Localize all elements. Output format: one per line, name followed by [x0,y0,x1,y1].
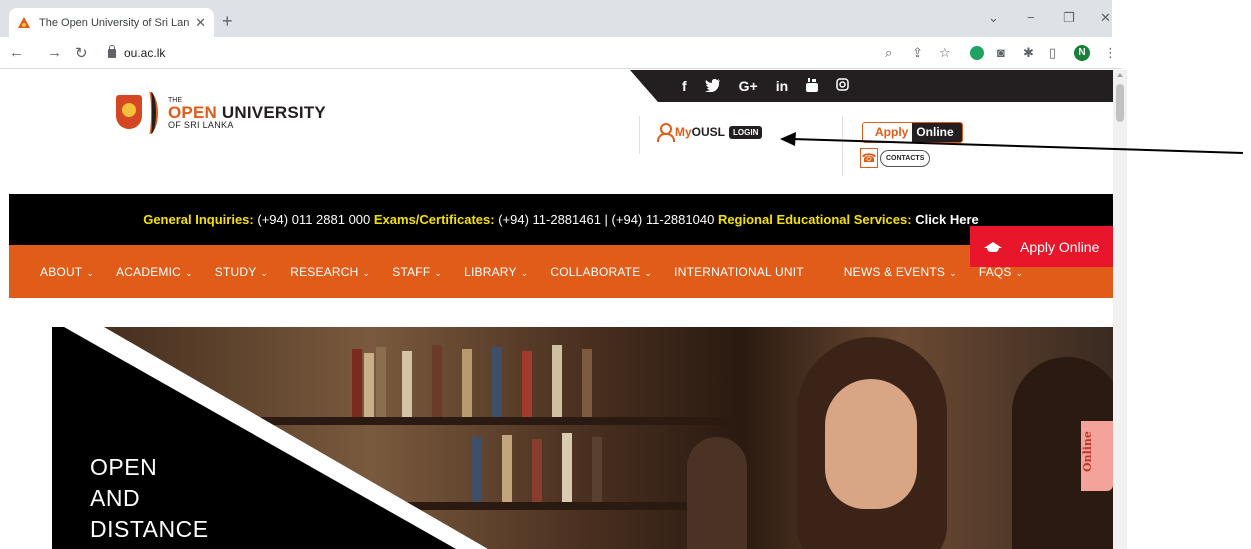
general-inquiries-value: (+94) 011 2881 000 [257,212,371,227]
nav-item-academic[interactable]: ACADEMIC ⌄ [116,265,193,279]
tab-search-icon[interactable]: ⌄ [988,10,999,26]
inquiries-bar: General Inquiries: (+94) 011 2881 000 Ex… [9,194,1113,245]
general-inquiries-label: General Inquiries: [143,212,254,227]
myousl-ousl: OUSL [691,125,726,139]
floating-apply-online-button[interactable]: Apply Online [970,226,1113,267]
chevron-down-icon: ⌄ [434,267,443,278]
facebook-icon[interactable]: f [682,78,687,94]
nav-item-staff[interactable]: STAFF ⌄ [392,265,442,279]
chevron-down-icon: ⌄ [86,267,95,278]
student-photo [797,337,947,549]
side-panel-icon[interactable]: ▯ [1049,45,1056,61]
chevron-down-icon: ⌄ [949,267,957,278]
instagram-icon[interactable] [836,78,849,94]
divider [842,116,843,176]
logo-sub: OF SRI LANKA [168,119,234,130]
nav-item-news-events[interactable]: NEWS & EVENTS ⌄ [844,265,957,279]
apply-online-button[interactable]: Apply Online [862,122,963,143]
tab-close-icon[interactable]: ✕ [195,15,206,31]
zoom-icon[interactable]: ⌕ [885,45,892,61]
page-scrollbar[interactable] [1113,70,1127,549]
tab-title: The Open University of Sri Lanka [39,16,190,29]
hero-headline: OPEN AND DISTANCE [90,454,209,542]
exams-label: Exams/Certificates: [373,212,495,227]
grammarly-extension-icon[interactable] [970,46,984,60]
floating-apply-label: Apply Online [1020,238,1100,255]
profile-avatar[interactable]: N [1074,45,1090,61]
logo-university: UNIVERSITY [221,102,326,122]
graduation-cap-icon [984,241,1002,252]
chevron-down-icon: ⌄ [520,267,529,278]
twitter-icon[interactable] [704,78,721,95]
phone-book-icon: ☎ [860,148,878,168]
student-background [687,437,747,549]
browser-address-bar: ← → ↻ ou.ac.lk ⌕ ⇪ ☆ ◙ ✱ ▯ N ⋮ [0,37,1122,69]
window-close-icon[interactable]: ✕ [1100,10,1111,26]
chevron-down-icon: ⌄ [362,267,371,278]
reload-icon[interactable]: ↻ [75,44,88,62]
browser-menu-icon[interactable]: ⋮ [1104,45,1117,61]
user-icon [657,123,675,142]
google-plus-icon[interactable]: G+ [739,78,758,94]
url-field[interactable]: ou.ac.lk [108,44,166,60]
social-bar: f G+ in [630,70,1113,102]
ousl-favicon-icon [17,16,31,30]
chevron-down-icon: ⌄ [644,267,653,278]
forward-arrow-icon[interactable]: → [47,44,62,61]
linkedin-icon[interactable]: in [776,78,788,94]
contacts-label: CONTACTS [880,149,931,167]
contacts-link[interactable]: ☎ CONTACTS [860,148,931,168]
url-text: ou.ac.lk [124,46,166,60]
apply-word: Apply [863,123,913,142]
web-page: f G+ in THE OPEN UNIVERSITY OF SRI LANKA… [0,70,1113,549]
nav-item-about[interactable]: ABOUT ⌄ [40,265,94,279]
logo-wordmark: THE OPEN UNIVERSITY OF SRI LANKA [168,97,326,130]
share-icon[interactable]: ⇪ [912,45,923,61]
hero-banner: OPEN AND DISTANCE [52,327,1113,549]
regional-label: Regional Educational Services: [717,212,912,227]
side-online-tab[interactable]: Online [1081,421,1113,491]
chevron-down-icon: ⌄ [1015,267,1024,278]
nav-item-collaborate[interactable]: COLLABORATE ⌄ [550,265,652,279]
myousl-login-link[interactable]: My OUSL LOGIN [657,123,763,142]
chevron-down-icon: ⌄ [185,267,193,278]
university-crest-icon [116,93,144,133]
bookmark-star-icon[interactable]: ☆ [939,45,951,61]
back-arrow-icon[interactable]: ← [9,44,24,61]
nav-item-library[interactable]: LIBRARY ⌄ [464,265,528,279]
exams-value: (+94) 11-2881461 | (+94) 11-2881040 [498,212,715,227]
regional-click-here-link[interactable]: Click Here [915,212,979,227]
youtube-icon[interactable] [806,77,819,95]
myousl-my: My [675,125,692,139]
extensions-puzzle-icon[interactable]: ✱ [1023,45,1034,61]
minimize-icon[interactable]: − [1027,10,1035,25]
scroll-up-arrow-icon[interactable] [1117,73,1123,77]
nav-item-study[interactable]: STUDY ⌄ [215,265,268,279]
nav-item-international-unit[interactable]: INTERNATIONAL UNIT [674,265,804,279]
browser-tab[interactable]: The Open University of Sri Lanka ✕ [9,8,214,37]
scroll-thumb[interactable] [1116,84,1124,122]
screenshot-root: The Open University of Sri Lanka ✕ + ⌄ −… [0,0,1251,549]
main-nav: ABOUT ⌄ ACADEMIC ⌄ STUDY ⌄ RESEARCH ⌄ STAFF ⌄… [9,245,1113,298]
camera-extension-icon[interactable]: ◙ [997,45,1005,60]
login-badge: LOGIN [729,125,763,139]
chevron-down-icon: ⌄ [260,267,269,278]
restore-icon[interactable]: ❐ [1063,10,1075,26]
logo-open: OPEN [168,102,217,122]
new-tab-button[interactable]: + [222,12,233,30]
online-word: Online [912,123,962,142]
nav-item-research[interactable]: RESEARCH ⌄ [290,265,370,279]
lock-icon [108,44,116,58]
divider [639,116,640,154]
browser-tab-bar: The Open University of Sri Lanka ✕ + ⌄ −… [0,0,1112,37]
ousl-logo[interactable]: THE OPEN UNIVERSITY OF SRI LANKA [116,92,326,134]
